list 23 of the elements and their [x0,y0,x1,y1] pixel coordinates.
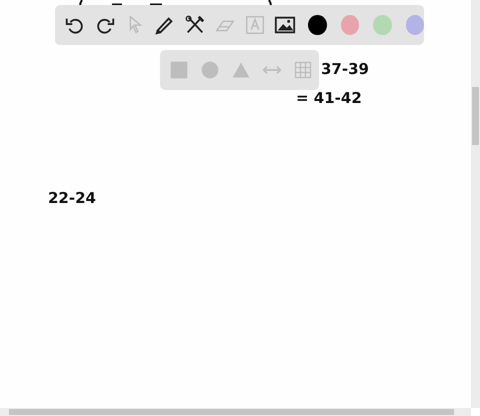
text-box-icon [244,14,266,36]
pen-stroke [112,3,122,6]
pen-stroke [150,3,162,6]
square-icon [169,60,189,80]
color-swatch[interactable] [308,15,326,35]
circle-shape-button[interactable] [199,59,221,81]
vertical-scrollbar[interactable] [471,0,480,408]
color-swatch[interactable] [373,15,392,35]
color-swatch[interactable] [340,15,359,35]
grid-icon [293,60,313,80]
triangle-icon [231,60,251,80]
grid-shape-button[interactable] [292,59,314,81]
color-swatch[interactable] [406,15,424,35]
horizontal-scrollbar[interactable] [0,408,471,416]
scroll-thumb[interactable] [9,409,454,415]
handwritten-note: = 41-42 [296,89,362,107]
circle-icon [200,60,220,80]
handwritten-note: 37-39 [321,60,369,78]
handwritten-note: 22-24 [48,189,96,207]
scroll-thumb[interactable] [472,87,479,145]
crossed-tools-icon [184,14,206,36]
square-shape-button[interactable] [168,59,190,81]
image-icon [274,14,296,36]
